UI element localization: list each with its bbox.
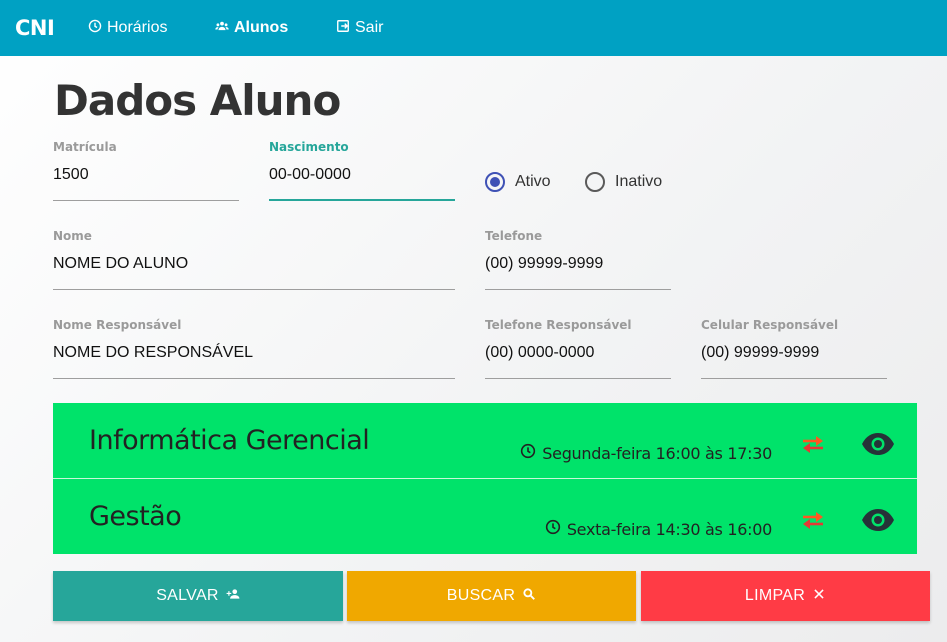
radio-inativo-label: Inativo xyxy=(615,173,663,190)
celular-responsavel-input[interactable]: (00) 99999-9999 xyxy=(701,344,887,379)
radio-ativo[interactable]: Ativo xyxy=(485,172,551,192)
matricula-input[interactable]: 1500 xyxy=(53,166,239,201)
celular-responsavel-field[interactable]: Celular Responsável (00) 99999-9999 xyxy=(701,318,887,379)
save-button-label: SALVAR xyxy=(156,587,219,604)
telefone-responsavel-input[interactable]: (00) 0000-0000 xyxy=(485,344,671,379)
clock-icon xyxy=(545,519,561,539)
nav-item-horarios[interactable]: Horários xyxy=(88,18,167,38)
nome-responsavel-field[interactable]: Nome Responsável NOME DO RESPONSÁVEL xyxy=(53,318,455,379)
course-card: Gestão Sexta-feira 14:30 às 16:00 xyxy=(53,479,917,554)
brand-logo[interactable]: CNI xyxy=(15,16,55,40)
matricula-field[interactable]: Matrícula 1500 xyxy=(53,140,239,201)
swap-arrows-icon[interactable] xyxy=(799,433,827,455)
nav-label-sair: Sair xyxy=(355,19,384,36)
course-schedule: Segunda-feira 16:00 às 17:30 xyxy=(520,443,772,463)
page-title: Dados Aluno xyxy=(54,76,341,125)
radio-ativo-label: Ativo xyxy=(515,173,551,190)
nav-item-alunos[interactable]: Alunos xyxy=(215,18,288,38)
nascimento-field[interactable]: Nascimento 00-00-0000 xyxy=(269,140,455,201)
clock-icon xyxy=(520,443,536,463)
search-button[interactable]: BUSCAR xyxy=(347,571,636,621)
course-name: Gestão xyxy=(89,501,182,532)
course-schedule: Sexta-feira 14:30 às 16:00 xyxy=(545,519,772,539)
eye-icon[interactable] xyxy=(861,432,895,456)
nome-responsavel-input[interactable]: NOME DO RESPONSÁVEL xyxy=(53,344,455,379)
telefone-field[interactable]: Telefone (00) 99999-9999 xyxy=(485,229,671,290)
clear-button-label: LIMPAR xyxy=(744,587,806,604)
nome-label: Nome xyxy=(53,229,92,243)
search-icon xyxy=(522,587,536,606)
telefone-responsavel-label: Telefone Responsável xyxy=(485,318,632,332)
swap-arrows-icon[interactable] xyxy=(799,509,827,531)
matricula-label: Matrícula xyxy=(53,140,117,154)
nav-item-sair[interactable]: Sair xyxy=(336,18,383,38)
course-schedule-text: Segunda-feira 16:00 às 17:30 xyxy=(542,443,772,463)
clear-button[interactable]: LIMPAR xyxy=(641,571,930,621)
clock-icon xyxy=(88,19,102,38)
nome-responsavel-label: Nome Responsável xyxy=(53,318,182,332)
nome-field[interactable]: Nome NOME DO ALUNO xyxy=(53,229,455,290)
radio-unchecked-icon xyxy=(585,172,605,192)
top-navbar: CNI Horários Alunos Sair xyxy=(0,0,947,56)
nav-label-horarios: Horários xyxy=(107,19,168,36)
course-card: Informática Gerencial Segunda-feira 16:0… xyxy=(53,403,917,478)
course-name: Informática Gerencial xyxy=(89,425,370,456)
radio-inativo[interactable]: Inativo xyxy=(585,172,662,192)
people-icon xyxy=(215,19,229,38)
radio-checked-icon xyxy=(485,172,505,192)
close-icon xyxy=(812,587,826,606)
eye-icon[interactable] xyxy=(861,508,895,532)
nascimento-label: Nascimento xyxy=(269,140,349,154)
nav-label-alunos: Alunos xyxy=(234,19,289,36)
person-add-icon xyxy=(226,587,240,606)
telefone-input[interactable]: (00) 99999-9999 xyxy=(485,255,671,290)
course-schedule-text: Sexta-feira 14:30 às 16:00 xyxy=(566,519,772,539)
celular-responsavel-label: Celular Responsável xyxy=(701,318,839,332)
nome-input[interactable]: NOME DO ALUNO xyxy=(53,255,455,290)
nascimento-input[interactable]: 00-00-0000 xyxy=(269,166,455,201)
telefone-label: Telefone xyxy=(485,229,543,243)
search-button-label: BUSCAR xyxy=(446,587,516,604)
exit-icon xyxy=(336,19,350,38)
save-button[interactable]: SALVAR xyxy=(53,571,343,621)
telefone-responsavel-field[interactable]: Telefone Responsável (00) 0000-0000 xyxy=(485,318,671,379)
